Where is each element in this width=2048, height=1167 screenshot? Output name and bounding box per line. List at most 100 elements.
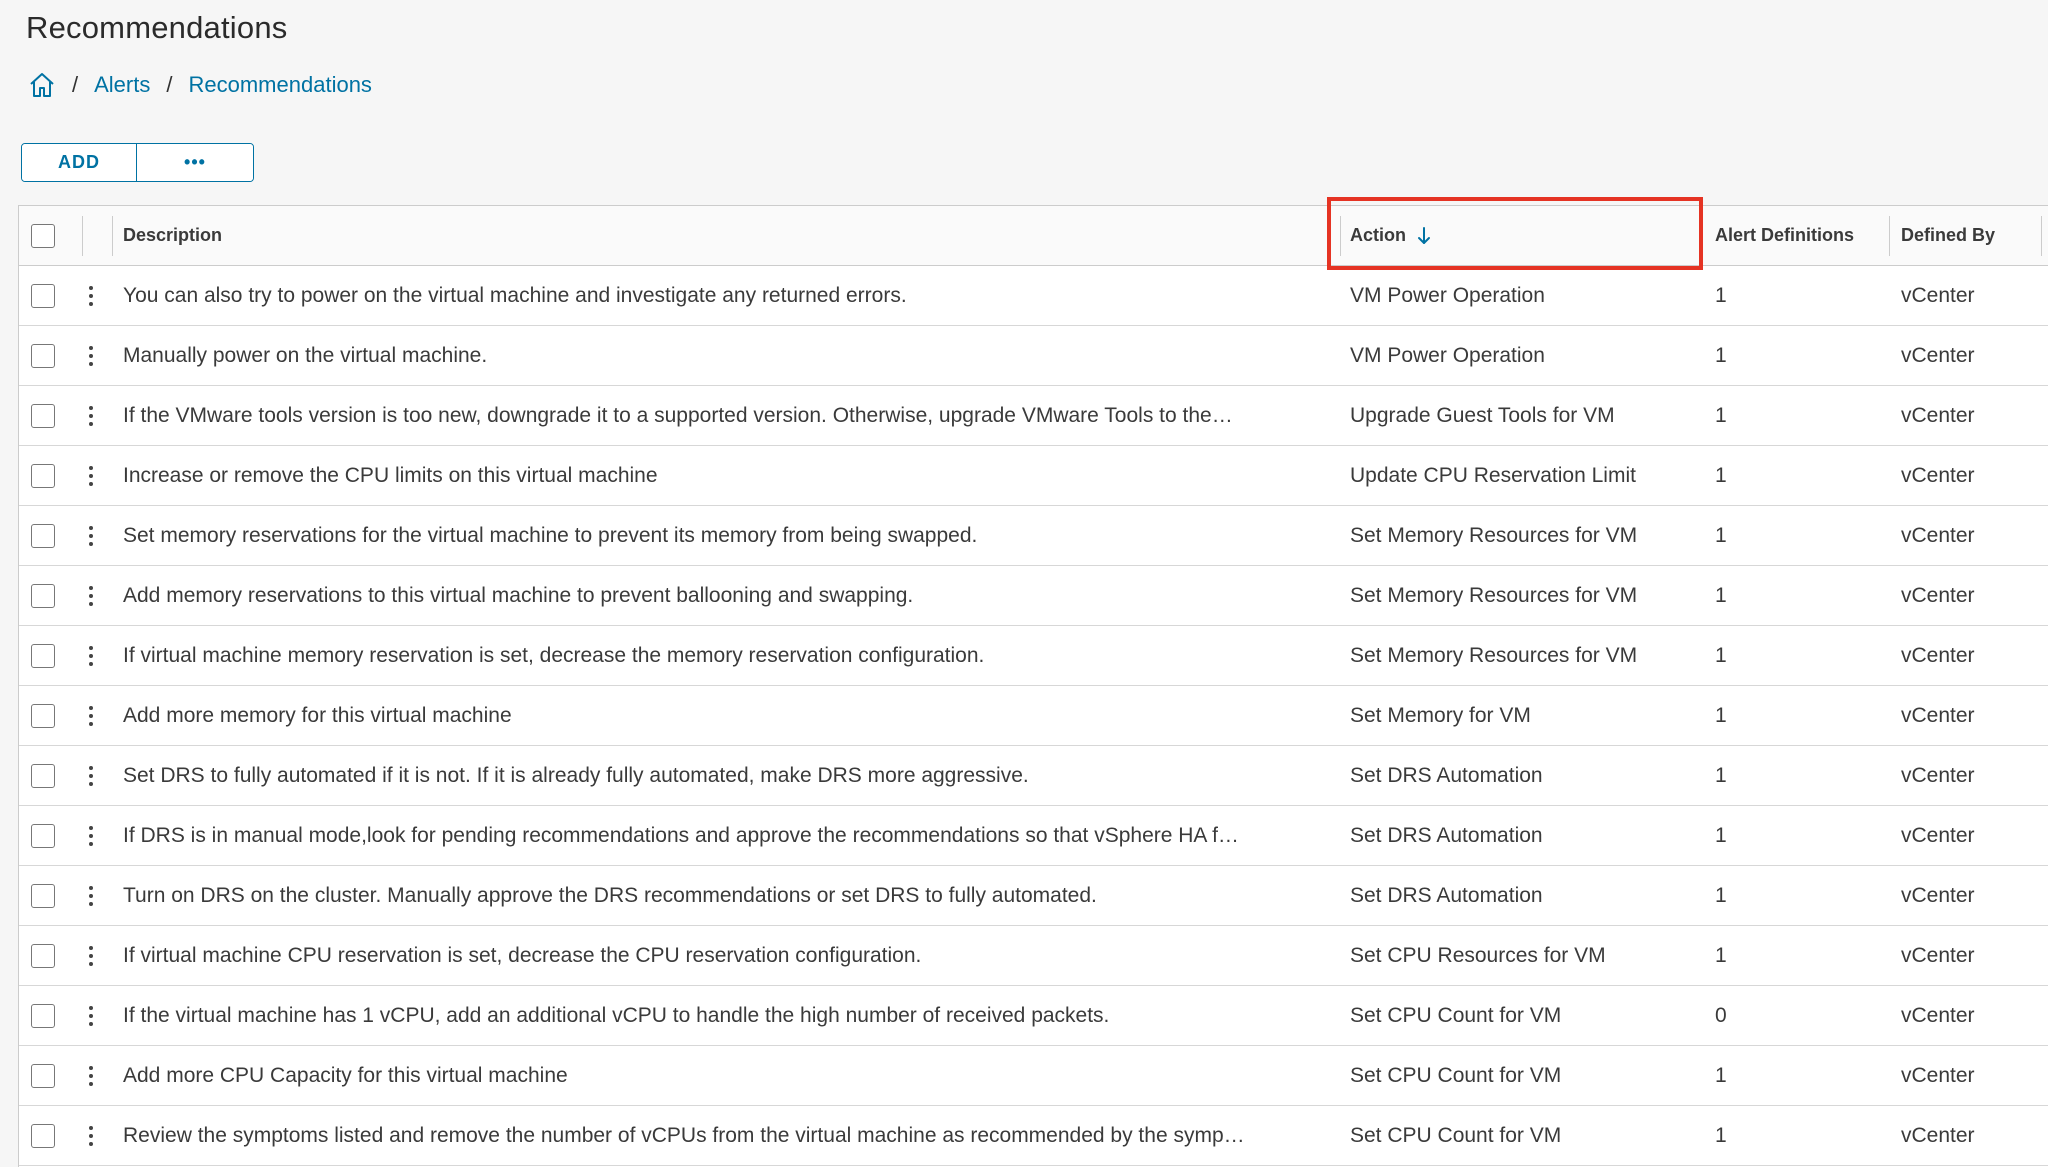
row-actions-kebab-icon[interactable] <box>81 702 101 730</box>
table-row[interactable]: If virtual machine CPU reservation is se… <box>19 926 2048 986</box>
row-select-cell <box>19 566 67 625</box>
description-text: If the virtual machine has 1 vCPU, add a… <box>123 1003 1110 1027</box>
defined-by-cell: vCenter <box>1901 506 2048 565</box>
row-checkbox[interactable] <box>31 1123 55 1148</box>
description-text: Add more memory for this virtual machine <box>123 703 512 727</box>
table-row[interactable]: You can also try to power on the virtual… <box>19 266 2048 326</box>
action-text: Set DRS Automation <box>1350 883 1543 907</box>
table-row[interactable]: Add more CPU Capacity for this virtual m… <box>19 1046 2048 1106</box>
table-row[interactable]: Increase or remove the CPU limits on thi… <box>19 446 2048 506</box>
row-actions-kebab-icon[interactable] <box>81 462 101 490</box>
defined-by-cell: vCenter <box>1901 686 2048 745</box>
row-actions-kebab-icon[interactable] <box>81 942 101 970</box>
column-header-description[interactable]: Description <box>123 206 1341 265</box>
column-divider[interactable] <box>1889 216 1890 256</box>
table-row[interactable]: If DRS is in manual mode,look for pendin… <box>19 806 2048 866</box>
table-row[interactable]: Add memory reservations to this virtual … <box>19 566 2048 626</box>
row-actions-kebab-icon[interactable] <box>81 882 101 910</box>
row-checkbox[interactable] <box>31 943 55 968</box>
column-header-action-label: Action <box>1350 225 1406 245</box>
defined-by-cell: vCenter <box>1901 866 2048 925</box>
alert-definitions-cell: 1 <box>1715 446 1901 505</box>
alert-definitions-count: 1 <box>1715 823 1727 847</box>
column-header-defined-by[interactable]: Defined By <box>1901 206 2048 265</box>
row-actions-kebab-icon[interactable] <box>81 282 101 310</box>
row-actions-cell <box>67 866 115 925</box>
row-checkbox[interactable] <box>31 583 55 608</box>
row-checkbox[interactable] <box>31 703 55 728</box>
breadcrumb-recommendations-link[interactable]: Recommendations <box>189 72 372 98</box>
row-checkbox[interactable] <box>31 523 55 548</box>
action-cell: Update CPU Reservation Limit <box>1350 446 1710 505</box>
alert-definitions-count: 1 <box>1715 1123 1727 1147</box>
row-checkbox[interactable] <box>31 463 55 488</box>
row-actions-kebab-icon[interactable] <box>81 1002 101 1030</box>
row-checkbox[interactable] <box>31 1063 55 1088</box>
table-row[interactable]: If the VMware tools version is too new, … <box>19 386 2048 446</box>
defined-by-cell: vCenter <box>1901 626 2048 685</box>
row-actions-kebab-icon[interactable] <box>81 342 101 370</box>
column-divider <box>82 216 83 256</box>
column-divider[interactable] <box>1699 216 1700 256</box>
column-header-description-label: Description <box>123 225 223 245</box>
alert-definitions-cell: 1 <box>1715 386 1901 445</box>
table-row[interactable]: Turn on DRS on the cluster. Manually app… <box>19 866 2048 926</box>
description-cell: Add memory reservations to this virtual … <box>123 566 1341 625</box>
row-checkbox[interactable] <box>31 403 55 428</box>
column-header-alert-definitions[interactable]: Alert Definitions <box>1715 206 1901 265</box>
description-text: If DRS is in manual mode,look for pendin… <box>123 823 1239 847</box>
defined-by-text: vCenter <box>1901 763 1975 787</box>
column-divider[interactable] <box>1340 216 1341 256</box>
row-actions-cell <box>67 566 115 625</box>
table-row[interactable]: If the virtual machine has 1 vCPU, add a… <box>19 986 2048 1046</box>
select-all-checkbox[interactable] <box>31 223 55 248</box>
row-actions-kebab-icon[interactable] <box>81 642 101 670</box>
row-actions-kebab-icon[interactable] <box>81 822 101 850</box>
description-cell: If virtual machine CPU reservation is se… <box>123 926 1341 985</box>
row-checkbox[interactable] <box>31 343 55 368</box>
row-actions-cell <box>67 266 115 325</box>
row-actions-cell <box>67 1106 115 1165</box>
defined-by-cell: vCenter <box>1901 386 2048 445</box>
column-header-alert-definitions-label: Alert Definitions <box>1715 225 1855 245</box>
row-actions-kebab-icon[interactable] <box>81 762 101 790</box>
row-checkbox[interactable] <box>31 823 55 848</box>
row-checkbox[interactable] <box>31 883 55 908</box>
row-actions-kebab-icon[interactable] <box>81 582 101 610</box>
description-text: Add more CPU Capacity for this virtual m… <box>123 1063 568 1087</box>
alert-definitions-count: 1 <box>1715 463 1727 487</box>
home-icon[interactable] <box>28 71 56 99</box>
alert-definitions-cell: 1 <box>1715 866 1901 925</box>
alert-definitions-count: 1 <box>1715 883 1727 907</box>
breadcrumb-alerts-link[interactable]: Alerts <box>94 72 150 98</box>
action-cell: Set CPU Count for VM <box>1350 986 1710 1045</box>
alert-definitions-cell: 1 <box>1715 746 1901 805</box>
table-row[interactable]: Set DRS to fully automated if it is not.… <box>19 746 2048 806</box>
row-checkbox[interactable] <box>31 763 55 788</box>
column-header-action[interactable]: Action <box>1350 206 1710 265</box>
table-row[interactable]: Set memory reservations for the virtual … <box>19 506 2048 566</box>
row-actions-kebab-icon[interactable] <box>81 522 101 550</box>
row-actions-kebab-icon[interactable] <box>81 402 101 430</box>
alert-definitions-cell: 1 <box>1715 1046 1901 1105</box>
column-divider[interactable] <box>2041 216 2042 256</box>
row-actions-cell <box>67 626 115 685</box>
defined-by-text: vCenter <box>1901 1123 1975 1147</box>
row-checkbox[interactable] <box>31 283 55 308</box>
table-row[interactable]: If virtual machine memory reservation is… <box>19 626 2048 686</box>
add-button[interactable]: ADD <box>22 144 137 181</box>
alert-definitions-cell: 1 <box>1715 806 1901 865</box>
row-select-cell <box>19 806 67 865</box>
more-actions-button[interactable]: ••• <box>137 144 253 181</box>
row-actions-kebab-icon[interactable] <box>81 1122 101 1150</box>
row-checkbox[interactable] <box>31 1003 55 1028</box>
table-row[interactable]: Review the symptoms listed and remove th… <box>19 1106 2048 1166</box>
column-divider[interactable] <box>112 216 113 256</box>
row-checkbox[interactable] <box>31 643 55 668</box>
table-row[interactable]: Manually power on the virtual machine. V… <box>19 326 2048 386</box>
arrow-down-icon[interactable] <box>1416 226 1432 246</box>
row-actions-kebab-icon[interactable] <box>81 1062 101 1090</box>
description-cell: If the virtual machine has 1 vCPU, add a… <box>123 986 1341 1045</box>
defined-by-text: vCenter <box>1901 583 1975 607</box>
table-row[interactable]: Add more memory for this virtual machine… <box>19 686 2048 746</box>
